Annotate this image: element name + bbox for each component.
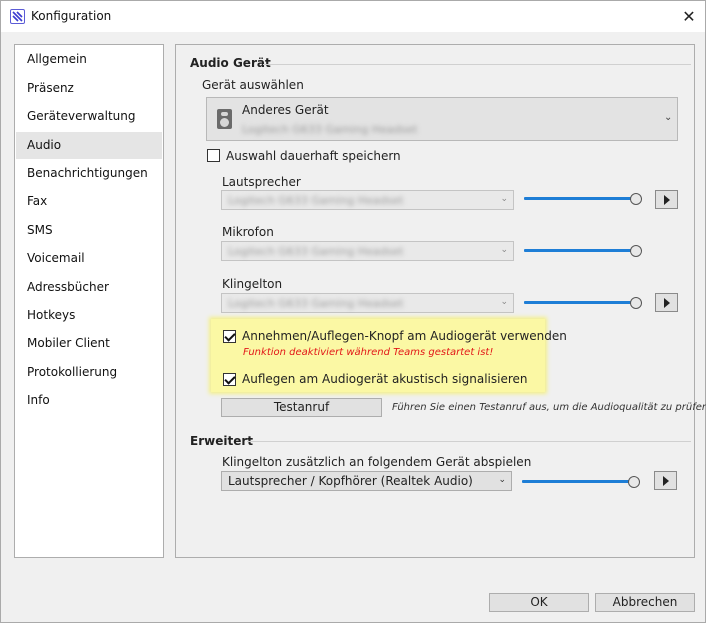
test-call-button[interactable]: Testanruf — [221, 398, 382, 417]
speaker-volume-thumb[interactable] — [629, 193, 642, 205]
cancel-button[interactable]: Abbrechen — [595, 593, 695, 612]
chevron-down-icon: ⌄ — [664, 112, 673, 123]
speaker-volume-slider[interactable] — [524, 197, 638, 200]
section-divider — [247, 441, 691, 442]
sidebar-item-sms[interactable]: SMS — [16, 217, 162, 244]
speaker-label: Lautsprecher — [222, 175, 301, 189]
ringtone-select[interactable]: Logitech G633 Gaming Headset ⌄ — [221, 293, 514, 313]
sidebar-nav: Allgemein Präsenz Geräteverwaltung Audio… — [14, 44, 164, 558]
section-title-advanced: Erweitert — [190, 434, 253, 448]
window-title: Konfiguration — [31, 9, 112, 23]
extra-ring-play-button[interactable] — [654, 471, 677, 490]
close-icon[interactable]: ✕ — [677, 6, 701, 28]
microphone-label: Mikrofon — [222, 225, 274, 239]
sidebar-item-protokollierung[interactable]: Protokollierung — [16, 359, 162, 386]
save-selection-label: Auswahl dauerhaft speichern — [226, 149, 401, 163]
device-select-label: Gerät auswählen — [202, 78, 304, 92]
sidebar-item-fax[interactable]: Fax — [16, 188, 162, 215]
speaker-device-icon — [217, 109, 232, 129]
sidebar-item-hotkeys[interactable]: Hotkeys — [16, 302, 162, 329]
sidebar-item-geraeteverwaltung[interactable]: Geräteverwaltung — [16, 103, 162, 130]
config-window: Konfiguration ✕ Allgemein Präsenz Geräte… — [0, 0, 706, 623]
sidebar-item-voicemail[interactable]: Voicemail — [16, 245, 162, 272]
ringtone-value: Logitech G633 Gaming Headset — [228, 297, 404, 310]
extra-ring-value: Lautsprecher / Kopfhörer (Realtek Audio) — [228, 474, 473, 488]
section-title-audio: Audio Gerät — [190, 56, 271, 70]
microphone-select[interactable]: Logitech G633 Gaming Headset ⌄ — [221, 241, 514, 261]
hangup-signal-label: Auflegen am Audiogerät akustisch signali… — [242, 372, 528, 386]
ringtone-play-button[interactable] — [655, 293, 678, 312]
save-selection-checkbox[interactable] — [207, 149, 220, 162]
sidebar-item-benachrichtigungen[interactable]: Benachrichtigungen — [16, 160, 162, 187]
ok-button[interactable]: OK — [489, 593, 589, 612]
extra-ring-volume-slider[interactable] — [522, 480, 636, 483]
speaker-value: Logitech G633 Gaming Headset — [228, 194, 404, 207]
sidebar-item-audio[interactable]: Audio — [16, 132, 162, 159]
device-sub-text: Logitech G633 Gaming Headset — [242, 123, 418, 136]
title-bar: Konfiguration ✕ — [1, 1, 705, 32]
device-name: Anderes Gerät — [242, 103, 329, 117]
device-select-dropdown[interactable]: Anderes Gerät Logitech G633 Gaming Heads… — [206, 97, 678, 141]
ringtone-label: Klingelton — [222, 277, 283, 291]
chevron-down-icon: ⌄ — [500, 245, 508, 255]
ringtone-volume-thumb[interactable] — [629, 297, 642, 309]
answer-button-warning: Funktion deaktiviert während Teams gesta… — [243, 347, 494, 358]
hangup-signal-checkbox[interactable] — [223, 373, 236, 386]
sidebar-item-mobiler-client[interactable]: Mobiler Client — [16, 330, 162, 357]
microphone-volume-thumb[interactable] — [629, 245, 642, 257]
chevron-down-icon: ⌄ — [498, 475, 506, 485]
sidebar-item-praesenz[interactable]: Präsenz — [16, 75, 162, 102]
speaker-play-button[interactable] — [655, 190, 678, 209]
speaker-select[interactable]: Logitech G633 Gaming Headset ⌄ — [221, 190, 514, 210]
chevron-down-icon: ⌄ — [500, 297, 508, 307]
app-logo-icon — [10, 9, 25, 24]
sidebar-item-info[interactable]: Info — [16, 387, 162, 414]
extra-ring-volume-thumb[interactable] — [627, 476, 640, 488]
section-divider — [263, 64, 691, 65]
answer-button-label: Annehmen/Auflegen-Knopf am Audiogerät ve… — [242, 329, 567, 343]
sidebar-item-allgemein[interactable]: Allgemein — [16, 46, 162, 73]
chevron-down-icon: ⌄ — [500, 194, 508, 204]
sidebar-item-adressbuecher[interactable]: Adressbücher — [16, 274, 162, 301]
ringtone-volume-slider[interactable] — [524, 301, 638, 304]
answer-button-checkbox[interactable] — [223, 330, 236, 343]
microphone-volume-slider[interactable] — [524, 249, 638, 252]
extra-ring-select[interactable]: Lautsprecher / Kopfhörer (Realtek Audio)… — [221, 471, 512, 491]
test-call-hint: Führen Sie einen Testanruf aus, um die A… — [392, 402, 706, 413]
extra-ring-label: Klingelton zusätzlich an folgendem Gerät… — [222, 455, 532, 469]
microphone-value: Logitech G633 Gaming Headset — [228, 245, 404, 258]
